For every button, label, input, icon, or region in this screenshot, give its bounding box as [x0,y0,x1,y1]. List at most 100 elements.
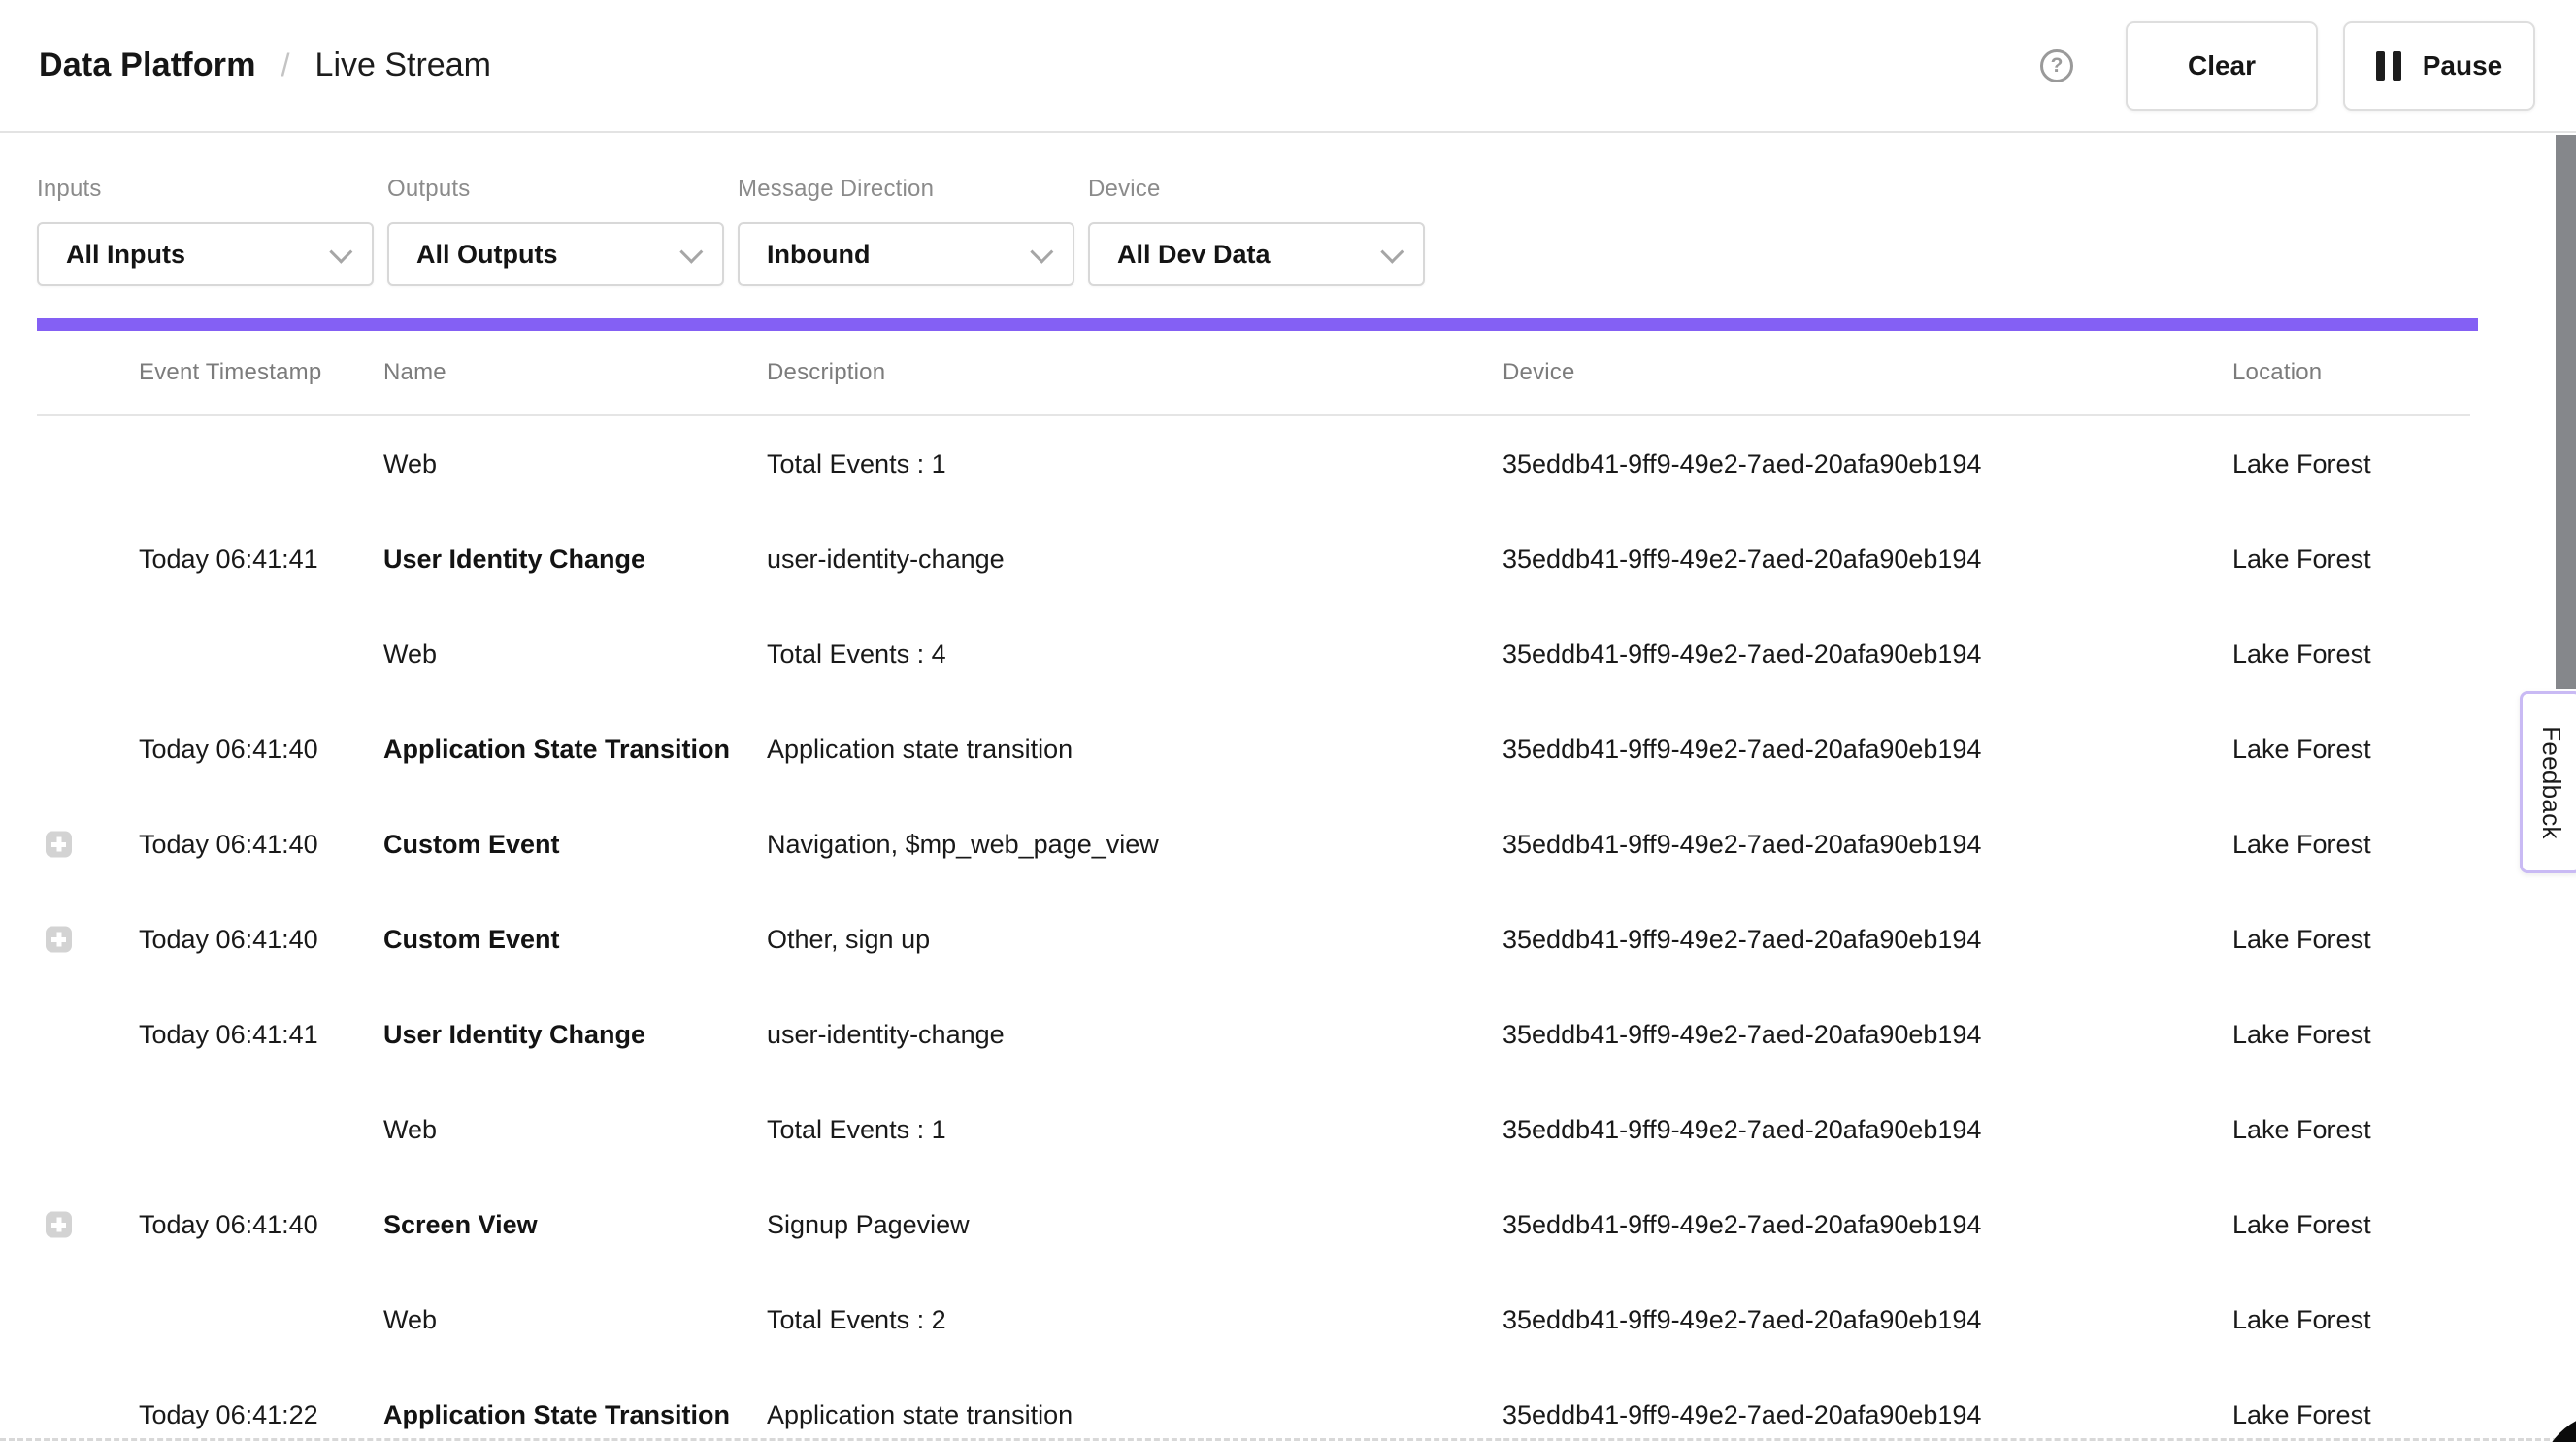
chevron-down-icon [329,240,352,263]
cell-description: user-identity-change [767,1020,1503,1050]
cell-description: Other, sign up [767,925,1503,955]
cell-description: Total Events : 2 [767,1305,1503,1335]
device-select[interactable]: All Dev Data [1088,222,1425,286]
scrollbar[interactable] [2556,135,2576,689]
cell-location: Lake Forest [2232,1210,2576,1240]
column-description: Description [767,359,1503,386]
cell-name: Application State Transition [383,1400,767,1430]
cell-device: 35eddb41-9ff9-49e2-7aed-20afa90eb194 [1503,1210,2232,1240]
table-row[interactable]: Today 06:41:40 Application State Transit… [0,702,2576,797]
cell-device: 35eddb41-9ff9-49e2-7aed-20afa90eb194 [1503,1020,2232,1050]
cell-timestamp: Today 06:41:40 [139,1210,383,1240]
filter-inputs-label: Inputs [37,176,374,203]
cell-timestamp: Today 06:41:22 [139,1400,383,1430]
breadcrumb-live-stream: Live Stream [315,47,491,84]
cell-name: Custom Event [383,925,767,955]
table-row[interactable]: Today 06:41:41 User Identity Change user… [0,511,2576,606]
chevron-down-icon [1380,240,1404,263]
cell-name: User Identity Change [383,544,767,574]
breadcrumb: Data Platform / Live Stream [39,47,491,84]
filter-outputs: Outputs All Outputs [387,133,724,286]
table-row[interactable]: Web Total Events : 1 35eddb41-9ff9-49e2-… [0,1082,2576,1177]
table-row[interactable]: Web Total Events : 4 35eddb41-9ff9-49e2-… [0,606,2576,702]
cell-location: Lake Forest [2232,639,2576,670]
table-row[interactable]: Today 06:41:40 Screen View Signup Pagevi… [0,1177,2576,1272]
column-location: Location [2232,359,2576,386]
pause-button-label: Pause [2423,50,2503,82]
cell-description: Total Events : 1 [767,449,1503,479]
cell-timestamp: Today 06:41:40 [139,735,383,765]
cell-timestamp: Today 06:41:41 [139,1020,383,1050]
table-body: Web Total Events : 1 35eddb41-9ff9-49e2-… [0,416,2576,1442]
expand-plus-icon[interactable] [46,832,72,858]
cell-name: Web [383,1115,767,1145]
clear-button[interactable]: Clear [2126,21,2318,111]
filter-inputs: Inputs All Inputs [37,133,374,286]
table-header: Event Timestamp Name Description Device … [0,331,2576,414]
table-row[interactable]: Today 06:41:22 Application State Transit… [0,1367,2576,1442]
device-select-value: All Dev Data [1117,240,1271,270]
cell-description: user-identity-change [767,544,1503,574]
events-table: Event Timestamp Name Description Device … [0,331,2576,1442]
cell-device: 35eddb41-9ff9-49e2-7aed-20afa90eb194 [1503,1400,2232,1430]
pause-icon [2376,51,2401,81]
cell-description: Total Events : 1 [767,1115,1503,1145]
outputs-select[interactable]: All Outputs [387,222,724,286]
table-row[interactable]: Web Total Events : 2 35eddb41-9ff9-49e2-… [0,1272,2576,1367]
filter-outputs-label: Outputs [387,176,724,203]
cell-timestamp: Today 06:41:40 [139,830,383,860]
cell-description: Total Events : 4 [767,639,1503,670]
column-device: Device [1503,359,2232,386]
cell-description: Application state transition [767,1400,1503,1430]
message-direction-select-value: Inbound [767,240,870,270]
cell-device: 35eddb41-9ff9-49e2-7aed-20afa90eb194 [1503,830,2232,860]
cell-location: Lake Forest [2232,544,2576,574]
filter-message-direction-label: Message Direction [738,176,1074,203]
table-row[interactable]: Today 06:41:40 Custom Event Navigation, … [0,797,2576,892]
expand-plus-icon[interactable] [46,927,72,953]
column-name: Name [383,359,767,386]
chevron-down-icon [679,240,703,263]
cell-location: Lake Forest [2232,1400,2576,1430]
breadcrumb-separator: / [281,48,290,83]
table-row[interactable]: Today 06:41:41 User Identity Change user… [0,987,2576,1082]
cell-name: Custom Event [383,830,767,860]
cell-description: Navigation, $mp_web_page_view [767,830,1503,860]
feedback-tab[interactable]: Feedback [2520,691,2576,873]
inputs-select-value: All Inputs [66,240,185,270]
live-stream-page: Data Platform / Live Stream ? Clear Paus… [0,0,2576,1442]
row-dashed-divider [0,1438,2576,1441]
cell-name: User Identity Change [383,1020,767,1050]
cell-device: 35eddb41-9ff9-49e2-7aed-20afa90eb194 [1503,1305,2232,1335]
breadcrumb-data-platform[interactable]: Data Platform [39,47,256,84]
cell-timestamp: Today 06:41:41 [139,544,383,574]
cell-device: 35eddb41-9ff9-49e2-7aed-20afa90eb194 [1503,735,2232,765]
cell-name: Web [383,639,767,670]
cell-timestamp: Today 06:41:40 [139,925,383,955]
message-direction-select[interactable]: Inbound [738,222,1074,286]
header-actions: ? Clear Pause [2040,21,2535,111]
expand-plus-icon[interactable] [46,1212,72,1238]
cell-device: 35eddb41-9ff9-49e2-7aed-20afa90eb194 [1503,639,2232,670]
feedback-tab-label: Feedback [2536,726,2566,839]
pause-button[interactable]: Pause [2343,21,2535,111]
table-row[interactable]: Today 06:41:40 Custom Event Other, sign … [0,892,2576,987]
inputs-select[interactable]: All Inputs [37,222,374,286]
help-glyph: ? [2051,54,2064,78]
cell-name: Web [383,1305,767,1335]
help-icon[interactable]: ? [2040,49,2073,82]
cell-device: 35eddb41-9ff9-49e2-7aed-20afa90eb194 [1503,449,2232,479]
column-event-timestamp: Event Timestamp [139,359,383,386]
filter-device-label: Device [1088,176,1425,203]
cell-location: Lake Forest [2232,1305,2576,1335]
cell-description: Application state transition [767,735,1503,765]
stream-active-bar [37,318,2478,331]
cell-location: Lake Forest [2232,1020,2576,1050]
table-row[interactable]: Web Total Events : 1 35eddb41-9ff9-49e2-… [0,416,2576,511]
cell-name: Screen View [383,1210,767,1240]
outputs-select-value: All Outputs [416,240,557,270]
filter-device: Device All Dev Data [1088,133,1425,286]
cell-description: Signup Pageview [767,1210,1503,1240]
filters-bar: Inputs All Inputs Outputs All Outputs Me… [37,133,1425,286]
cell-location: Lake Forest [2232,449,2576,479]
